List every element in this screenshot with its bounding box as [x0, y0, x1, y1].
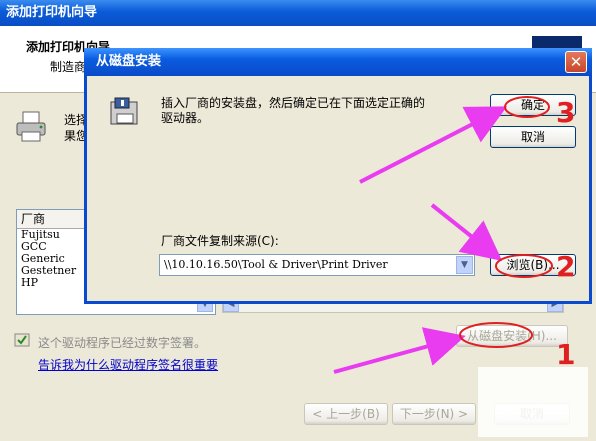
wizard-titlebar: 添加打印机向导: [0, 0, 596, 26]
next-button[interactable]: 下一步(N) >: [392, 403, 476, 425]
ok-button[interactable]: 确定: [490, 94, 576, 116]
printer-icon: [16, 111, 46, 142]
source-label: 厂商文件复制来源(C):: [161, 234, 279, 248]
browse-button[interactable]: 浏览(B)...: [490, 254, 576, 276]
install-from-disk-dialog: 从磁盘安装 ✕ 插入厂商的安装盘，然后确定已在下面选定正确的驱动器。 确定 取消…: [84, 48, 592, 304]
back-button[interactable]: < 上一步(B): [304, 403, 388, 425]
driver-signing-link[interactable]: 告诉我为什么驱动程序签名很重要: [38, 356, 218, 373]
have-disk-button[interactable]: 从磁盘安装(H)...: [456, 325, 568, 347]
watermark-patch: [478, 367, 588, 437]
floppy-disk-icon: [110, 97, 138, 125]
dialog-titlebar: 从磁盘安装: [84, 48, 592, 76]
dialog-message: 插入厂商的安装盘，然后确定已在下面选定正确的驱动器。: [161, 96, 426, 125]
dialog-cancel-button[interactable]: 取消: [490, 126, 576, 148]
signed-driver-text: 这个驱动程序已经过数字签署。: [38, 336, 207, 350]
source-path-combobox[interactable]: \\10.10.16.50\Tool & Driver\Print Driver…: [159, 254, 475, 276]
source-path-value: \\10.10.16.50\Tool & Driver\Print Driver: [164, 258, 388, 271]
chevron-down-icon[interactable]: ▼: [456, 256, 473, 274]
wizard-header-subtitle: 制造商: [50, 60, 87, 74]
shield-icon: [14, 333, 30, 347]
arrow-to-have-disk: [333, 327, 466, 374]
close-icon[interactable]: ✕: [565, 51, 587, 73]
